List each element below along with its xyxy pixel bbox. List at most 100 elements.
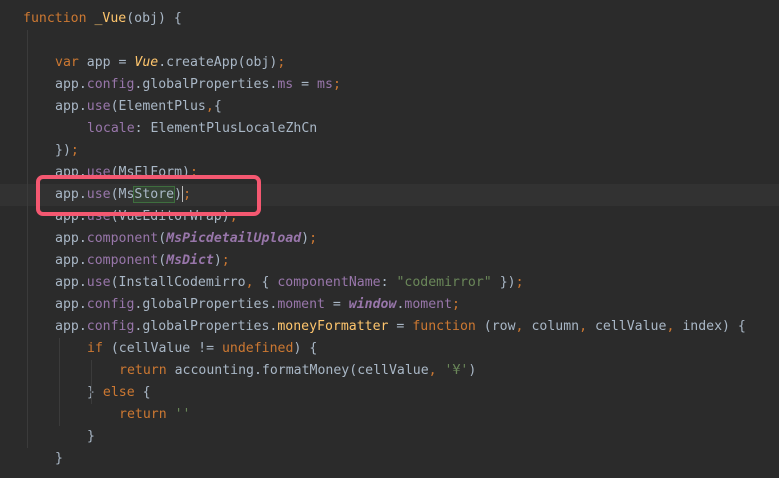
code-token: } [87, 385, 103, 400]
code-line[interactable]: }); [0, 140, 779, 162]
code-token: , [245, 275, 254, 290]
code-token: .globalProperties. [134, 319, 278, 334]
code-token: use [86, 99, 111, 114]
code-line[interactable]: } else { [0, 382, 779, 404]
code-token: , [579, 319, 595, 334]
code-line[interactable]: if (cellValue != undefined) { [0, 338, 779, 360]
code-token: , [515, 319, 532, 334]
code-token: app. [55, 319, 87, 334]
code-line[interactable]: app.use(ElementPlus,{ [0, 96, 779, 118]
code-line-content: locale: ElementPlusLocaleZhCn [87, 118, 317, 140]
code-token: Vue [134, 55, 159, 70]
code-line[interactable]: app.config.globalProperties.ms = ms; [0, 74, 779, 96]
code-token: (row [483, 319, 516, 334]
code-token: : [380, 275, 397, 290]
code-token: ) [213, 253, 222, 268]
code-line-content: app.config.globalProperties.moneyFormatt… [55, 316, 746, 338]
code-token: ; [452, 297, 460, 312]
code-token: app. [55, 275, 87, 290]
code-token: ; [70, 143, 79, 158]
code-token: function [412, 319, 484, 334]
code-token: , [428, 363, 445, 378]
code-token: { [213, 99, 222, 114]
code-token: } [55, 451, 63, 466]
code-line-content: if (cellValue != undefined) { [87, 338, 317, 360]
code-line[interactable]: app.use(InstallCodemirro, { componentNam… [0, 272, 779, 294]
code-token: config [86, 297, 135, 312]
code-token: component [86, 231, 159, 246]
code-line[interactable]: function _Vue(obj) { [0, 8, 779, 30]
code-token: ; [309, 231, 318, 246]
code-line-content: return accounting.formatMoney(cellValue,… [119, 360, 476, 382]
code-line-content: } else { [87, 382, 151, 404]
code-token: ms [277, 77, 294, 92]
code-token: }) [491, 275, 516, 290]
code-token: locale [87, 121, 135, 136]
code-line-content: } [87, 426, 95, 448]
code-token: .createApp(obj) [158, 55, 278, 70]
code-token: cellValue [594, 319, 667, 334]
code-token: else [102, 385, 143, 400]
code-token: = [388, 319, 413, 334]
code-token: config [86, 319, 135, 334]
code-line-content: app.component(MsDict); [55, 250, 230, 272]
code-token: = [324, 297, 349, 312]
code-line-content: app.config.globalProperties.ms = ms; [55, 74, 341, 96]
code-token: }) [55, 143, 71, 158]
code-line[interactable]: } [0, 448, 779, 470]
code-token: (cellValue != [110, 341, 222, 356]
code-line-content: } [55, 448, 63, 470]
code-token: app. [55, 99, 87, 114]
code-line[interactable]: app.config.globalProperties.moneyFormatt… [0, 316, 779, 338]
code-line[interactable]: app.config.globalProperties.moment = win… [0, 294, 779, 316]
indent-guide [91, 360, 92, 404]
code-token: moment [404, 297, 453, 312]
code-line[interactable]: locale: ElementPlusLocaleZhCn [0, 118, 779, 140]
code-token: ; [332, 77, 341, 92]
code-line[interactable] [0, 30, 779, 52]
code-line-content: app.use(InstallCodemirro, { componentNam… [55, 272, 524, 294]
code-token: moneyFormatter [277, 319, 389, 334]
code-token: (ElementPlus [110, 99, 206, 114]
code-line[interactable]: var app = Vue.createApp(obj); [0, 52, 779, 74]
code-token: ) { [293, 341, 318, 356]
code-token: { [253, 275, 278, 290]
code-token: column [531, 319, 580, 334]
code-line-content: app.config.globalProperties.moment = win… [55, 294, 460, 316]
code-token: ) [301, 231, 310, 246]
code-line-content: app.use(ElementPlus,{ [55, 96, 222, 118]
code-line-content: app.component(MsPicdetailUpload); [55, 228, 317, 250]
code-token: if [87, 341, 111, 356]
code-token: '¥' [444, 363, 469, 378]
code-token: : ElementPlusLocaleZhCn [134, 121, 318, 136]
code-token: var [55, 55, 87, 70]
code-token: ( [158, 253, 167, 268]
indent-guide [27, 30, 28, 448]
code-line[interactable]: } [0, 426, 779, 448]
code-line[interactable]: return accounting.formatMoney(cellValue,… [0, 360, 779, 382]
code-line[interactable]: app.component(MsPicdetailUpload); [0, 228, 779, 250]
code-token: = [293, 77, 318, 92]
code-token: ; [277, 55, 286, 70]
code-token: MsPicdetailUpload [166, 231, 302, 246]
code-token: app. [55, 253, 87, 268]
code-editor[interactable]: function _Vue(obj) { var app = Vue.create… [0, 0, 779, 478]
code-token: return [119, 407, 175, 422]
indent-guide [59, 338, 60, 426]
code-line[interactable]: app.component(MsDict); [0, 250, 779, 272]
code-token: (InstallCodemirro [110, 275, 246, 290]
code-line[interactable]: return '' [0, 404, 779, 426]
code-token: , [666, 319, 683, 334]
code-line-content: function _Vue(obj) { [23, 8, 182, 30]
code-token: ( [158, 231, 167, 246]
code-token: moment [277, 297, 325, 312]
code-token: ; [221, 253, 230, 268]
code-token: ) [468, 363, 477, 378]
annotation-highlight-box [36, 175, 261, 216]
code-token: window [348, 297, 397, 312]
code-token: componentName [277, 275, 381, 290]
code-token: { [142, 385, 151, 400]
code-token: function [23, 11, 95, 26]
code-token: MsDict [166, 253, 214, 268]
code-token: app. [55, 231, 87, 246]
